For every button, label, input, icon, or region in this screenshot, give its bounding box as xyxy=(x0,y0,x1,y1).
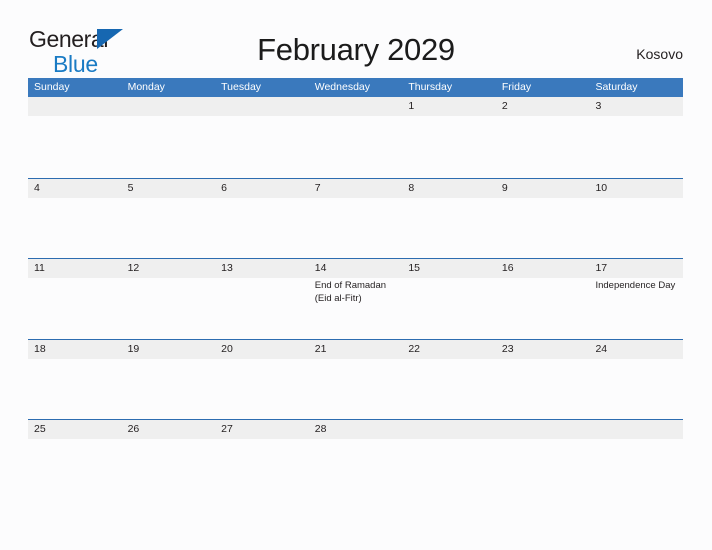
calendar-day-cell-3[interactable]: 3 xyxy=(589,97,684,178)
calendar-day-cell-10[interactable]: 10 xyxy=(589,178,684,258)
day-number: 3 xyxy=(589,97,684,116)
calendar-day-cell-21[interactable]: 21 xyxy=(308,339,403,419)
day-number: 5 xyxy=(121,178,216,198)
weekday-header-saturday: Saturday xyxy=(595,81,638,93)
calendar-day-cell-1[interactable]: 1 xyxy=(402,97,496,178)
day-number: 14 xyxy=(308,259,403,278)
weekday-header-wednesday: Wednesday xyxy=(314,81,370,93)
calendar-day-cell-6[interactable]: 6 xyxy=(215,178,309,258)
page-header: General Blue February 2029 Kosovo xyxy=(0,0,712,76)
day-number xyxy=(495,420,590,439)
calendar-day-cell-15[interactable]: 15 xyxy=(402,259,496,339)
day-number: 25 xyxy=(28,420,122,439)
calendar-day-cell-19[interactable]: 19 xyxy=(121,339,216,419)
day-number: 22 xyxy=(402,339,496,359)
weekday-header-sunday: Sunday xyxy=(34,81,70,93)
calendar-day-cell-14[interactable]: 14 End of Ramadan (Eid al-Fitr) xyxy=(308,259,403,339)
calendar-week-row: 25 26 27 28 xyxy=(28,419,684,500)
calendar-day-cell-empty xyxy=(121,97,216,178)
day-number: 20 xyxy=(215,339,309,359)
day-number: 9 xyxy=(495,178,590,198)
weekday-header-thursday: Thursday xyxy=(408,81,453,93)
calendar-day-cell-26[interactable]: 26 xyxy=(121,420,216,500)
day-number: 11 xyxy=(28,259,122,278)
day-number: 24 xyxy=(589,339,684,359)
calendar-day-cell-9[interactable]: 9 xyxy=(495,178,590,258)
calendar-day-cell-25[interactable]: 25 xyxy=(28,420,122,500)
calendar-grid: Sunday Monday Tuesday Wednesday Thursday Frid… xyxy=(28,78,684,500)
calendar-day-cell-17[interactable]: 17 Independence Day xyxy=(589,259,684,339)
calendar-day-cell-16[interactable]: 16 xyxy=(495,259,590,339)
day-number: 8 xyxy=(402,178,496,198)
day-number: 1 xyxy=(402,97,496,116)
calendar-day-cell-7[interactable]: 7 xyxy=(308,178,403,258)
page-title: February 2029 xyxy=(257,32,455,67)
day-number: 18 xyxy=(28,339,122,359)
calendar-day-cell-empty xyxy=(28,97,122,178)
day-number xyxy=(215,97,309,116)
day-number: 7 xyxy=(308,178,403,198)
calendar-day-cell-11[interactable]: 11 xyxy=(28,259,122,339)
calendar-day-cell-empty xyxy=(308,97,403,178)
day-number xyxy=(589,420,684,439)
calendar-day-cell-20[interactable]: 20 xyxy=(215,339,309,419)
calendar-day-cell-28[interactable]: 28 xyxy=(308,420,403,500)
calendar-day-cell-empty xyxy=(589,420,684,500)
day-number: 2 xyxy=(495,97,590,116)
day-number: 13 xyxy=(215,259,309,278)
calendar-day-cell-2[interactable]: 2 xyxy=(495,97,590,178)
day-events: Independence Day xyxy=(589,278,683,293)
calendar-day-cell-5[interactable]: 5 xyxy=(121,178,216,258)
calendar-day-cell-empty xyxy=(402,420,496,500)
calendar-day-cell-8[interactable]: 8 xyxy=(402,178,496,258)
day-number: 27 xyxy=(215,420,309,439)
calendar-weeks: 1 2 3 4 5 6 7 8 9 10 11 12 13 14 End of Ramadan (Eid a… xyxy=(28,97,684,500)
calendar-day-cell-12[interactable]: 12 xyxy=(121,259,216,339)
day-number: 23 xyxy=(495,339,590,359)
calendar-day-cell-18[interactable]: 18 xyxy=(28,339,122,419)
weekday-header-tuesday: Tuesday xyxy=(221,81,262,93)
day-number: 19 xyxy=(121,339,216,359)
day-number: 6 xyxy=(215,178,309,198)
calendar-week-row: 4 5 6 7 8 9 10 xyxy=(28,177,684,258)
calendar-week-row: 18 19 20 21 22 23 24 xyxy=(28,338,684,419)
calendar-week-row: 11 12 13 14 End of Ramadan (Eid al-Fitr) 15 16… xyxy=(28,258,684,339)
day-events: End of Ramadan (Eid al-Fitr) xyxy=(309,278,403,305)
weekday-header-friday: Friday xyxy=(501,81,532,93)
day-number xyxy=(308,97,403,116)
country-label: Kosovo xyxy=(636,46,683,62)
calendar-day-cell-empty xyxy=(495,420,590,500)
calendar-day-cell-13[interactable]: 13 xyxy=(215,259,309,339)
weekday-header-row: Sunday Monday Tuesday Wednesday Thursday Frid… xyxy=(28,78,683,97)
holiday-event: Independence Day xyxy=(595,280,676,291)
day-number: 12 xyxy=(121,259,216,278)
weekday-header-monday: Monday xyxy=(127,81,165,93)
calendar-day-cell-27[interactable]: 27 xyxy=(215,420,309,500)
day-number: 16 xyxy=(495,259,590,278)
calendar-day-cell-22[interactable]: 22 xyxy=(402,339,496,419)
day-number: 4 xyxy=(28,178,122,198)
day-number xyxy=(402,420,496,439)
day-number: 15 xyxy=(402,259,496,278)
holiday-event: End of Ramadan (Eid al-Fitr) xyxy=(314,280,387,304)
day-number: 21 xyxy=(308,339,403,359)
calendar-day-cell-24[interactable]: 24 xyxy=(589,339,684,419)
day-number: 17 xyxy=(589,259,684,278)
day-number xyxy=(28,97,122,116)
day-number: 28 xyxy=(308,420,403,439)
calendar-day-cell-4[interactable]: 4 xyxy=(28,178,122,258)
calendar-day-cell-empty xyxy=(215,97,309,178)
calendar-week-row: 123 xyxy=(28,97,684,178)
day-number: 10 xyxy=(589,178,684,198)
calendar-day-cell-23[interactable]: 23 xyxy=(495,339,590,419)
day-number: 26 xyxy=(121,420,216,439)
day-number xyxy=(121,97,216,116)
